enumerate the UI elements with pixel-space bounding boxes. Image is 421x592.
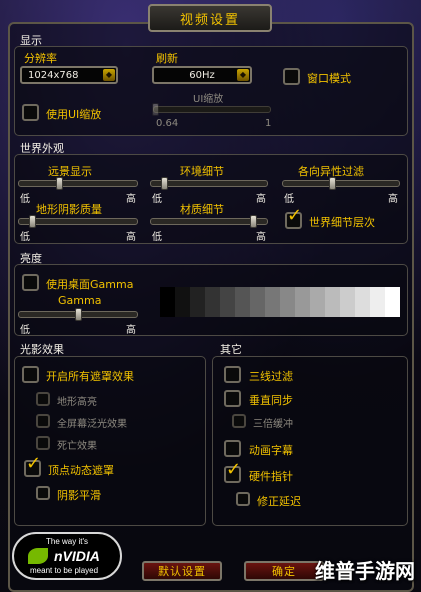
- gamma-calibration-strip: [160, 287, 400, 317]
- terrain-shadow-label: 地形阴影质量: [36, 203, 102, 216]
- terrain-shadow-low: 低: [20, 232, 30, 243]
- gamma-slider-label: Gamma: [58, 294, 102, 307]
- environment-detail-slider[interactable]: [150, 177, 268, 190]
- terrain-highlight-checkbox[interactable]: [36, 392, 50, 406]
- checkmark-icon: ✓: [287, 205, 303, 226]
- environment-detail-high: 高: [256, 194, 266, 205]
- ok-button[interactable]: 确定: [244, 561, 324, 581]
- fullscreen-glow-checkbox[interactable]: [36, 414, 50, 428]
- texture-detail-slider-thumb[interactable]: [250, 215, 257, 228]
- triple-buffer-checkbox[interactable]: [232, 414, 246, 428]
- nvidia-tagline-bottom: meant to be played: [30, 566, 99, 575]
- view-distance-low: 低: [20, 194, 30, 205]
- ui-scale-checkbox[interactable]: [22, 104, 39, 121]
- nvidia-eye-icon: [28, 548, 48, 564]
- view-distance-slider-thumb[interactable]: [56, 177, 63, 190]
- nvidia-brand: nVIDIA: [54, 548, 100, 564]
- ui-scale-min: 0.64: [156, 118, 179, 129]
- hardware-cursor-checkbox[interactable]: ✓: [224, 461, 241, 483]
- fullscreen-glow-label: 全屏幕泛光效果: [57, 419, 127, 430]
- gamma-low: 低: [20, 325, 30, 336]
- vsync-checkbox[interactable]: [224, 390, 241, 407]
- world-lod-label: 世界细节层次: [309, 216, 375, 229]
- aniso-filter-high: 高: [388, 194, 398, 205]
- animated-text-label: 动画字幕: [249, 444, 293, 457]
- defaults-button[interactable]: 默认设置: [142, 561, 222, 581]
- terrain-shadow-high: 高: [126, 232, 136, 243]
- shadow-smoothing-checkbox[interactable]: [36, 486, 50, 500]
- texture-detail-low: 低: [152, 232, 162, 243]
- texture-detail-label: 材质细节: [180, 203, 224, 216]
- hardware-cursor-label: 硬件指针: [249, 470, 293, 483]
- refresh-dropdown-arrow-icon[interactable]: ◆: [237, 69, 249, 81]
- animated-text-checkbox[interactable]: [224, 440, 241, 457]
- checkmark-icon: ✓: [26, 453, 42, 474]
- death-effect-label: 死亡效果: [57, 441, 97, 452]
- enable-all-shaders-checkbox[interactable]: [22, 366, 39, 383]
- terrain-shadow-slider[interactable]: [18, 215, 138, 228]
- ui-scale-slider-thumb[interactable]: [152, 103, 159, 116]
- nvidia-tagline-top: The way it's: [46, 537, 88, 546]
- fix-lag-checkbox[interactable]: [236, 492, 250, 506]
- ui-scale-max: 1: [265, 118, 272, 129]
- ui-scale-label: 使用UI缩放: [46, 108, 102, 121]
- watermark: 维普手游网: [315, 559, 415, 583]
- checkmark-icon: ✓: [226, 459, 242, 480]
- ui-scale-slider[interactable]: [152, 103, 271, 116]
- vsync-label: 垂直同步: [249, 394, 293, 407]
- window-mode-label: 窗口模式: [307, 72, 351, 85]
- refresh-label: 刷新: [156, 52, 178, 65]
- environment-detail-slider-thumb[interactable]: [161, 177, 168, 190]
- desktop-gamma-checkbox[interactable]: [22, 274, 39, 291]
- resolution-value: 1024x768: [28, 69, 79, 81]
- section-other-label: 其它: [220, 343, 242, 356]
- environment-detail-label: 环境细节: [180, 165, 224, 178]
- view-distance-label: 远景显示: [48, 165, 92, 178]
- resolution-dropdown[interactable]: 1024x768 ◆: [20, 66, 118, 84]
- trilinear-label: 三线过滤: [249, 370, 293, 383]
- aniso-filter-slider[interactable]: [282, 177, 400, 190]
- world-lod-checkbox[interactable]: ✓: [285, 207, 302, 229]
- texture-detail-slider[interactable]: [150, 215, 268, 228]
- ui-scale-slider-label: UI缩放: [193, 94, 224, 105]
- fix-lag-label: 修正延迟: [257, 495, 301, 508]
- refresh-value: 60Hz: [189, 69, 215, 81]
- resolution-dropdown-arrow-icon[interactable]: ◆: [103, 69, 115, 81]
- nvidia-logo: The way it's nVIDIA meant to be played: [12, 532, 122, 580]
- vertex-shader-checkbox[interactable]: ✓: [24, 455, 41, 477]
- view-distance-slider[interactable]: [18, 177, 138, 190]
- gamma-high: 高: [126, 325, 136, 336]
- terrain-highlight-label: 地形高亮: [57, 397, 97, 408]
- vertex-shader-label: 顶点动态遮罩: [48, 464, 114, 477]
- trilinear-checkbox[interactable]: [224, 366, 241, 383]
- triple-buffer-label: 三倍缓冲: [253, 419, 293, 430]
- refresh-dropdown[interactable]: 60Hz ◆: [152, 66, 252, 84]
- resolution-label: 分辨率: [24, 52, 57, 65]
- aniso-filter-slider-thumb[interactable]: [329, 177, 336, 190]
- gamma-slider[interactable]: [18, 308, 138, 321]
- section-lighting-label: 光影效果: [20, 343, 64, 356]
- shadow-smoothing-label: 阴影平滑: [57, 489, 101, 502]
- death-effect-checkbox[interactable]: [36, 436, 50, 450]
- terrain-shadow-slider-thumb[interactable]: [29, 215, 36, 228]
- environment-detail-low: 低: [152, 194, 162, 205]
- window-mode-checkbox[interactable]: [283, 68, 300, 85]
- window-title: 视频设置: [148, 4, 272, 32]
- enable-all-shaders-label: 开启所有遮罩效果: [46, 370, 134, 383]
- desktop-gamma-label: 使用桌面Gamma: [46, 278, 134, 291]
- gamma-slider-thumb[interactable]: [75, 308, 82, 321]
- view-distance-high: 高: [126, 194, 136, 205]
- aniso-filter-low: 低: [284, 194, 294, 205]
- texture-detail-high: 高: [256, 232, 266, 243]
